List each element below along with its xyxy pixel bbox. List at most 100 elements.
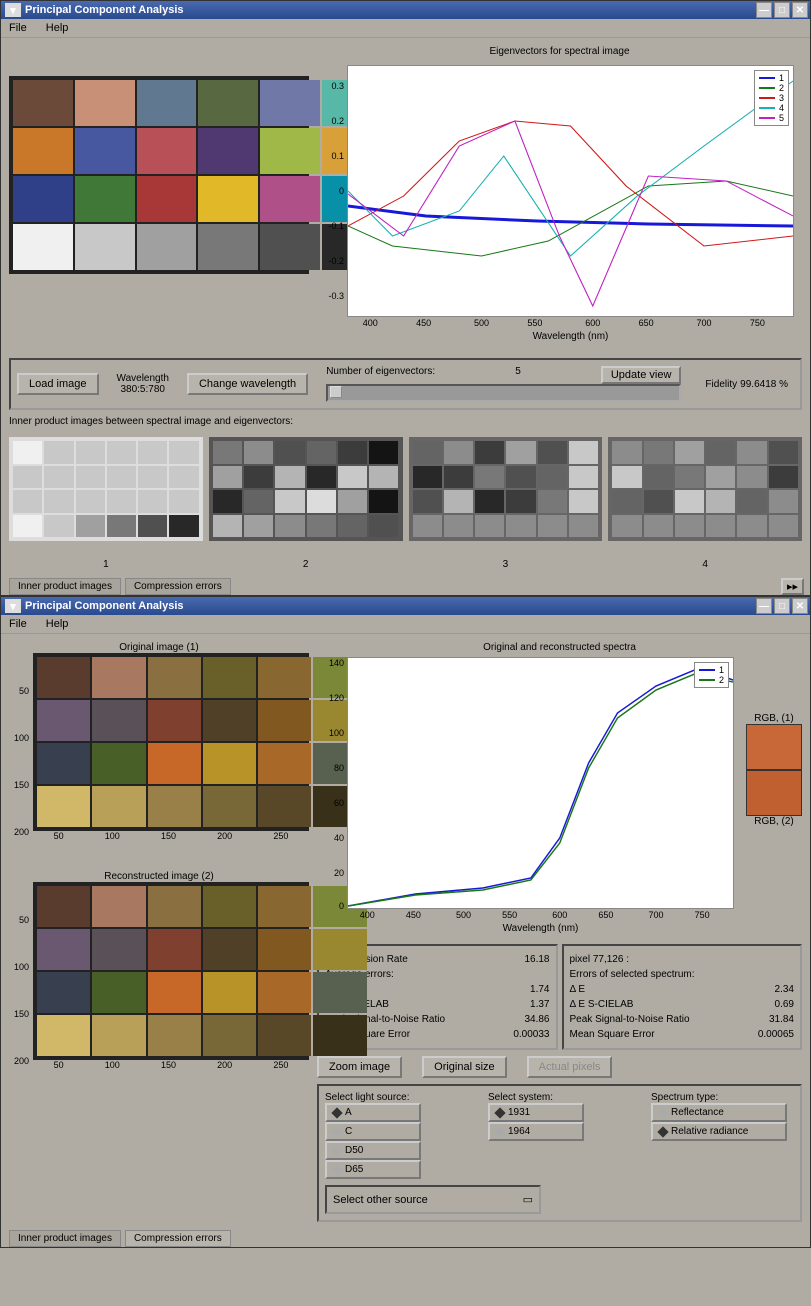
scroll-right-button[interactable]: ▸▸ (781, 578, 804, 595)
gray-swatch (413, 515, 442, 538)
gray-swatch (569, 441, 598, 464)
gray-swatch (444, 466, 473, 489)
color-swatch (260, 80, 320, 126)
gray-swatch (244, 515, 273, 538)
tab-inner-product[interactable]: Inner product images (9, 578, 121, 595)
gray-swatch (475, 515, 504, 538)
gray-swatch (538, 490, 567, 513)
app-icon: ▾ (5, 3, 21, 17)
other-source-dropdown[interactable]: Select other source▭ (325, 1185, 541, 1214)
color-swatch (92, 657, 145, 698)
color-swatch (37, 786, 90, 827)
gray-swatch (213, 441, 242, 464)
color-swatch (37, 657, 90, 698)
gray-swatch (644, 466, 673, 489)
color-swatch (137, 128, 197, 174)
tab-inner-product[interactable]: Inner product images (9, 1230, 121, 1247)
color-swatch (148, 657, 201, 698)
gray-swatch (13, 466, 42, 489)
gray-swatch (413, 466, 442, 489)
gray-swatch (338, 490, 367, 513)
gray-swatch (612, 515, 641, 538)
menu-help[interactable]: Help (46, 22, 69, 34)
color-swatch (148, 929, 201, 970)
change-wavelength-button[interactable]: Change wavelength (187, 373, 308, 395)
window-title: Principal Component Analysis (25, 600, 184, 612)
maximize-button[interactable]: □ (774, 2, 790, 18)
close-button[interactable]: ✕ (792, 2, 808, 18)
original-image[interactable] (33, 653, 309, 831)
selected-errors-panel: pixel 77,126 : Errors of selected spectr… (562, 944, 803, 1050)
eigenvector-slider[interactable] (326, 384, 681, 402)
eigenvector-count: 5 (515, 366, 521, 384)
color-swatch (148, 1015, 201, 1056)
color-swatch (258, 886, 311, 927)
gray-swatch (369, 515, 398, 538)
gray-swatch (769, 490, 798, 513)
gray-swatch (44, 515, 73, 538)
gray-swatch (275, 441, 304, 464)
update-view-button[interactable]: Update view (601, 366, 682, 384)
gray-swatch (76, 441, 105, 464)
gray-swatch (737, 515, 766, 538)
minimize-button[interactable]: — (756, 598, 772, 614)
menubar-1: File Help (1, 19, 810, 38)
color-swatch (203, 700, 256, 741)
spectra-legend: 1 2 (694, 662, 729, 688)
tab-compression-errors[interactable]: Compression errors (125, 578, 231, 595)
menu-file[interactable]: File (9, 618, 27, 630)
system-1964[interactable]: 1964 (488, 1122, 584, 1141)
color-swatch (148, 972, 201, 1013)
system-1931[interactable]: 1931 (488, 1103, 584, 1122)
gray-swatch (769, 515, 798, 538)
wavelength-display: Wavelength 380:5:780 (107, 373, 179, 395)
color-swatch (203, 929, 256, 970)
spectra-plot: 1 2 140120100806040200 40045050055060065… (347, 657, 734, 909)
menu-help[interactable]: Help (46, 618, 69, 630)
original-size-button[interactable]: Original size (422, 1056, 507, 1078)
color-swatch (313, 929, 366, 970)
gray-swatch (275, 466, 304, 489)
color-swatch (92, 1015, 145, 1056)
color-swatch (260, 224, 320, 270)
menu-file[interactable]: File (9, 22, 27, 34)
light-source-c[interactable]: C (325, 1122, 421, 1141)
gray-swatch (275, 490, 304, 513)
rgb-swatch-2 (746, 770, 802, 816)
plot-legend: 1 2 3 4 5 (754, 70, 789, 126)
gray-swatch (76, 515, 105, 538)
color-swatch (260, 176, 320, 222)
gray-swatch (107, 515, 136, 538)
tab-compression-errors[interactable]: Compression errors (125, 1230, 231, 1247)
gray-swatch (338, 441, 367, 464)
color-swatch (198, 224, 258, 270)
gray-swatch (444, 441, 473, 464)
gray-swatch (169, 441, 198, 464)
actual-pixels-button[interactable]: Actual pixels (527, 1056, 613, 1078)
color-swatch (137, 176, 197, 222)
color-swatch (258, 657, 311, 698)
maximize-button[interactable]: □ (774, 598, 790, 614)
spectype-radiance[interactable]: Relative radiance (651, 1122, 787, 1141)
color-swatch (203, 786, 256, 827)
color-swatch (137, 224, 197, 270)
light-source-a[interactable]: A (325, 1103, 421, 1122)
load-image-button[interactable]: Load image (17, 373, 99, 395)
gray-swatch (706, 515, 735, 538)
gray-swatch (76, 466, 105, 489)
plot-svg (348, 66, 793, 316)
minimize-button[interactable]: — (756, 2, 772, 18)
color-swatch (198, 176, 258, 222)
spectype-reflectance[interactable]: Reflectance (651, 1103, 787, 1122)
light-source-d65[interactable]: D65 (325, 1160, 421, 1179)
close-button[interactable]: ✕ (792, 598, 808, 614)
zoom-image-button[interactable]: Zoom image (317, 1056, 402, 1078)
light-source-d50[interactable]: D50 (325, 1141, 421, 1160)
reconstructed-image[interactable] (33, 882, 309, 1060)
titlebar-1[interactable]: ▾ Principal Component Analysis — □ ✕ (1, 1, 810, 19)
color-swatch (13, 224, 73, 270)
color-swatch (198, 128, 258, 174)
color-swatch (203, 1015, 256, 1056)
titlebar-2[interactable]: ▾ Principal Component Analysis — □ ✕ (1, 597, 810, 615)
color-swatch (13, 80, 73, 126)
